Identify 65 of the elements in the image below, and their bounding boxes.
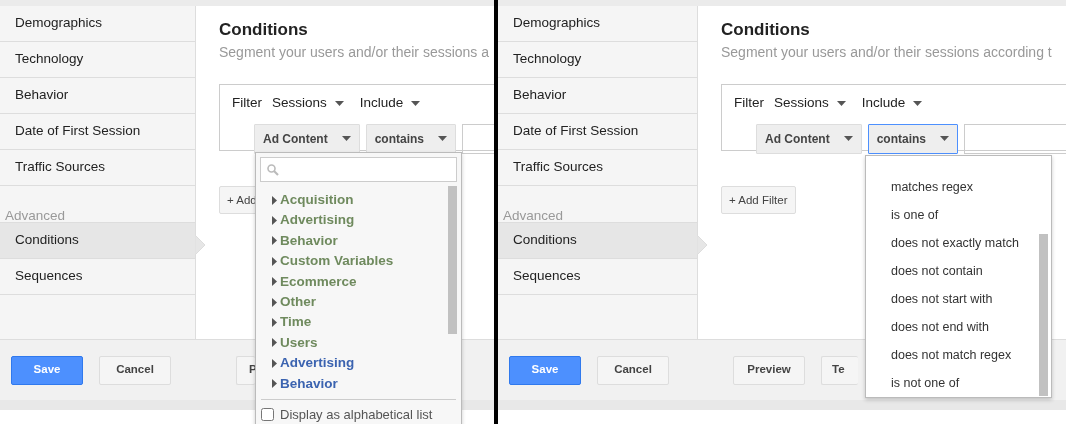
category-item[interactable]: Acquisition [280,190,354,211]
caret-icon [836,101,846,106]
sidebar-item[interactable]: Date of First Session [498,114,697,150]
add-filter-button[interactable]: + Add Filter [721,186,796,215]
caret-icon [334,101,344,106]
include-dropdown[interactable]: Include [861,93,923,114]
category-item[interactable]: Time [280,312,312,333]
sidebar-item[interactable]: Technology [0,42,195,78]
category-item[interactable]: Users [280,332,318,354]
sidebar-item[interactable]: Sequences [0,259,195,295]
footer-button[interactable]: Preview [733,355,805,385]
category-item[interactable]: Behavior [280,373,338,394]
filter-label: Filter [734,94,764,113]
sidebar-item[interactable]: Technology [498,42,697,78]
caret-icon [272,379,277,389]
dimension-select[interactable]: Ad Content [254,123,360,154]
caret-icon [843,136,853,142]
sidebar-item[interactable]: Sequences [498,259,697,295]
operator-option[interactable]: matches regex [866,173,1051,201]
operator-option[interactable]: is not one of [866,369,1051,397]
caret-icon [913,101,923,106]
operator-select[interactable]: contains [867,123,958,154]
dimension-select[interactable]: Ad Content [756,123,862,154]
sidebar-item[interactable]: Behavior [0,78,195,114]
caret-icon [940,136,949,142]
section-subtitle: Segment your users and/or their sessions according t [721,43,1053,63]
operator-option[interactable]: does not match regex [866,341,1051,369]
operator-option[interactable]: does not exactly match [866,229,1051,257]
scope-dropdown[interactable]: Sessions [272,93,344,114]
sidebar-item[interactable]: Demographics [498,6,697,42]
search-icon [267,163,279,176]
sidebar-item[interactable]: Demographics [0,6,195,42]
checkbox-label: Display as alphabetical list [280,406,433,424]
caret-icon [438,136,447,142]
footer-button[interactable]: Cancel [99,355,171,385]
operator-option[interactable]: does not contain [866,257,1051,285]
category-item[interactable]: Behavior [280,230,338,252]
search-field[interactable] [260,157,457,182]
sidebar-item[interactable]: Behavior [498,78,697,114]
footer-button[interactable]: Te [821,355,858,385]
operator-option[interactable]: does not start with [866,285,1051,313]
operator-option[interactable]: is one of [866,201,1051,229]
caret-icon [272,195,277,205]
sidebar-item[interactable]: Date of First Session [0,114,195,150]
category-item[interactable]: Advertising [280,210,355,231]
section-subtitle: Segment your users and/or their sessions a [219,43,491,63]
category-item[interactable]: Other [280,292,316,313]
section-title: Conditions [219,20,309,41]
include-dropdown[interactable]: Include [359,93,421,114]
alphabetical-checkbox[interactable] [261,408,274,422]
operator-option[interactable]: does not end with [866,313,1051,341]
filter-label: Filter [232,94,262,113]
section-title: Conditions [721,20,811,41]
category-item[interactable]: Ecommerce [280,271,357,292]
sidebar-item[interactable]: Traffic Sources [0,150,195,186]
scope-dropdown[interactable]: Sessions [774,93,846,114]
caret-icon [341,136,351,142]
footer-button[interactable]: Cancel [597,355,669,385]
operator-select[interactable]: contains [365,123,456,154]
category-item[interactable]: Advertising [280,353,355,374]
scrollbar[interactable] [1039,234,1048,396]
category-item[interactable]: Custom Variables [280,251,394,272]
sidebar-item[interactable]: Traffic Sources [498,150,697,186]
scrollbar[interactable] [448,186,457,334]
caret-icon [411,101,421,106]
